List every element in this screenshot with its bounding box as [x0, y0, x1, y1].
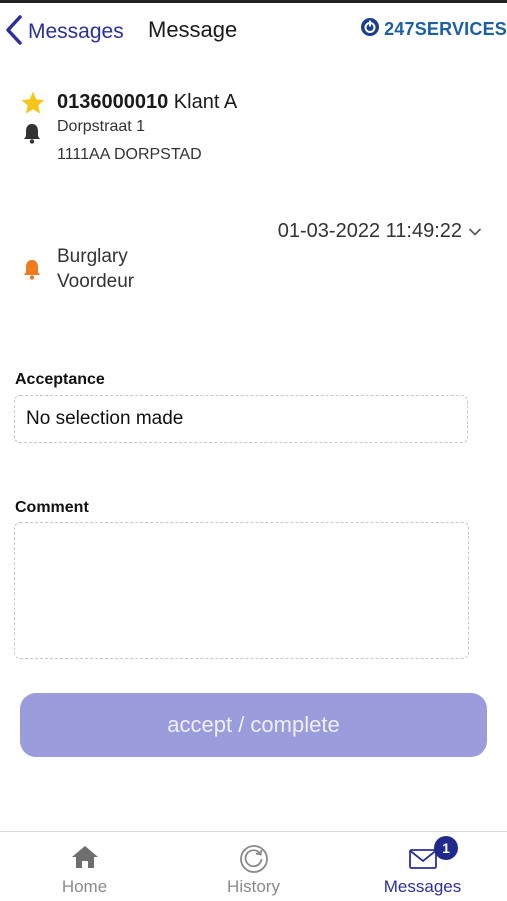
- accept-complete-button[interactable]: accept / complete: [20, 693, 487, 757]
- tab-messages-label: Messages: [383, 877, 462, 896]
- home-icon: [70, 844, 100, 875]
- history-icon: [239, 844, 269, 879]
- acceptance-value: No selection made: [26, 408, 184, 429]
- page-title: Message: [148, 17, 238, 42]
- nav-header: Messages Message 247SERVICES: [0, 3, 507, 59]
- tab-history-label: History: [227, 877, 280, 896]
- bell-icon: [22, 122, 42, 149]
- back-label: Messages: [28, 20, 124, 43]
- alarm-type: Burglary: [57, 246, 128, 267]
- tab-bar: Home History 1 Messages: [0, 831, 507, 901]
- alarm-bell-icon: [22, 258, 42, 285]
- client-title: 0136000010 Klant A: [57, 91, 237, 114]
- datetime-toggle[interactable]: 01-03-2022 11:49:22: [278, 220, 482, 243]
- tab-home[interactable]: Home: [0, 832, 169, 901]
- event-datetime: 01-03-2022 11:49:22: [277, 220, 462, 242]
- brand-name: 247SERVICES: [384, 19, 507, 39]
- tab-history[interactable]: History: [169, 832, 338, 901]
- comment-field[interactable]: [14, 522, 469, 659]
- tab-messages[interactable]: 1 Messages: [338, 832, 507, 901]
- mail-icon: [408, 844, 438, 875]
- power-logo-icon: [360, 17, 380, 42]
- acceptance-select[interactable]: No selection made: [14, 395, 468, 443]
- client-number: 0136000010: [57, 91, 169, 113]
- acceptance-label: Acceptance: [15, 371, 105, 388]
- address-line2: 1111AA DORPSTAD: [57, 146, 202, 163]
- chevron-left-icon: [4, 14, 24, 51]
- alarm-location: Voordeur: [57, 271, 135, 292]
- back-button[interactable]: Messages: [4, 14, 124, 51]
- comment-label: Comment: [15, 499, 89, 516]
- client-name: Klant A: [173, 91, 238, 113]
- brand-logo: 247SERVICES: [360, 17, 507, 42]
- chevron-down-icon: [462, 220, 482, 243]
- star-icon[interactable]: [20, 90, 46, 121]
- unread-badge: 1: [434, 836, 458, 860]
- tab-home-label: Home: [61, 877, 108, 896]
- address-line1: Dorpstraat 1: [57, 118, 146, 135]
